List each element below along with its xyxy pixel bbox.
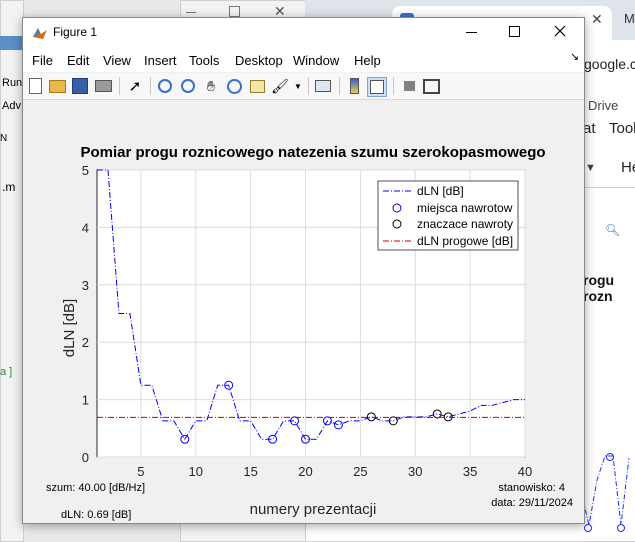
menu-help[interactable]: Help [354,53,381,68]
bg-url-fragment[interactable]: google.c [584,56,635,72]
legend-label-dln: dLN [dB] [417,184,464,198]
x-tick-label: 30 [408,464,422,479]
bg-window-maximize-icon[interactable] [229,6,240,17]
bg-left-item-n: N [0,133,8,144]
window-title: Figure 1 [53,25,98,39]
toolbar-separator [150,77,151,95]
bg-tab-fragment[interactable]: M [624,11,635,26]
brush-dropdown-icon[interactable]: ▼ [289,77,307,95]
bg-left-item-a: a ] [0,366,13,378]
pan-icon[interactable]: ✋︎ [202,77,220,95]
bg-window-minimize-icon[interactable] [186,12,196,13]
new-file-icon[interactable] [26,77,44,95]
bg-left-item-m[interactable]: .m [2,180,15,194]
y-tick-label: 5 [82,163,89,178]
chart: Pomiar progu roznicowego natezenia szumu… [46,144,573,521]
data-cursor-icon[interactable] [248,77,266,95]
annotation-data: data: 29/11/2024 [491,497,573,509]
pointer-icon[interactable]: ➚ [126,77,144,95]
y-tick-label: 1 [82,393,89,408]
link-icon[interactable] [314,77,332,95]
brush-icon[interactable]: 🖌︎ [271,77,289,95]
y-tick-label: 3 [82,278,89,293]
bg-drive-label[interactable]: Drive [588,98,618,113]
menu-desktop[interactable]: Desktop [235,53,283,68]
legend-label-reversals: miejsca nawrotow [417,201,513,215]
toolbar-separator [339,77,340,95]
y-axis-label: dLN [dB] [61,299,78,357]
legend-label-significant: znaczace nawroty [417,217,513,231]
figure-window: Figure 1 File Edit View Insert Tools Des… [22,17,585,524]
zoom-out-icon[interactable] [179,77,197,95]
bg-left-item-adv[interactable]: Adv [2,100,21,112]
menu-view[interactable]: View [103,53,131,68]
menu-bar: File Edit View Insert Tools Desktop Wind… [23,48,584,72]
menu-file[interactable]: File [32,53,53,68]
toolbar-separator [393,77,394,95]
save-icon[interactable] [71,77,89,95]
bg-chart-fragment [583,453,630,532]
bg-tools-fragment[interactable]: Tool [609,120,635,137]
menu-edit[interactable]: Edit [67,53,89,68]
menu-tools[interactable]: Tools [189,53,219,68]
bg-title-fragment: rogu rozn [583,272,615,304]
toolbar-separator [308,77,309,95]
toolbar-separator [119,77,120,95]
title-bar[interactable]: Figure 1 [23,18,584,48]
x-tick-label: 15 [243,464,257,479]
bg-ribbon-left [0,36,22,50]
legend[interactable]: dLN [dB] miejsca nawrotow znaczace nawro… [377,180,519,251]
x-tick-label: 10 [189,464,203,479]
hide-plot-tools-icon[interactable] [400,77,418,95]
annotation-dln: dLN: 0.69 [dB] [61,509,131,521]
legend-icon[interactable] [367,77,387,97]
bg-dropdown-arrow-icon[interactable]: ▼ [585,162,596,174]
y-tick-label: 0 [82,450,89,465]
undock-arrow-icon[interactable]: ↘ [570,50,579,63]
matlab-logo-icon [33,28,47,39]
bg-zoom-icon[interactable]: 🔍︎ [605,223,620,237]
x-tick-label: 20 [298,464,312,479]
menu-window[interactable]: Window [293,53,339,68]
x-tick-label: 5 [137,464,144,479]
bg-he-fragment[interactable]: He [621,159,635,176]
bg-left-item-run[interactable]: Run [2,77,22,89]
bg-tab-close-icon[interactable]: ✕ [591,11,603,28]
x-tick-label: 35 [463,464,477,479]
bg-divider [583,187,635,188]
chart-title: Pomiar progu roznicowego natezenia szumu… [80,144,545,161]
x-tick-label: 25 [353,464,367,479]
maximize-icon[interactable] [509,26,520,37]
annotation-stanowisko: stanowisko: 4 [498,482,565,494]
y-tick-label: 2 [82,335,89,350]
print-icon[interactable] [94,77,112,95]
colorbar-icon[interactable] [345,77,363,95]
zoom-in-icon[interactable] [156,77,174,95]
rotate-3d-icon[interactable] [225,77,243,95]
close-icon[interactable] [554,25,566,37]
annotation-szum: szum: 40.00 [dB/Hz] [46,482,145,494]
y-tick-label: 4 [82,220,89,235]
figure-toolbar: ➚ ✋︎ 🖌︎ ▼ [23,73,584,100]
menu-insert[interactable]: Insert [144,53,177,68]
x-tick-label: 40 [518,464,532,479]
show-plot-tools-icon[interactable] [422,77,440,95]
legend-label-threshold: dLN progowe [dB] [417,234,513,248]
x-axis-label: numery prezentacji [250,501,377,518]
open-folder-icon[interactable] [48,77,66,95]
minimize-icon[interactable] [466,32,477,33]
